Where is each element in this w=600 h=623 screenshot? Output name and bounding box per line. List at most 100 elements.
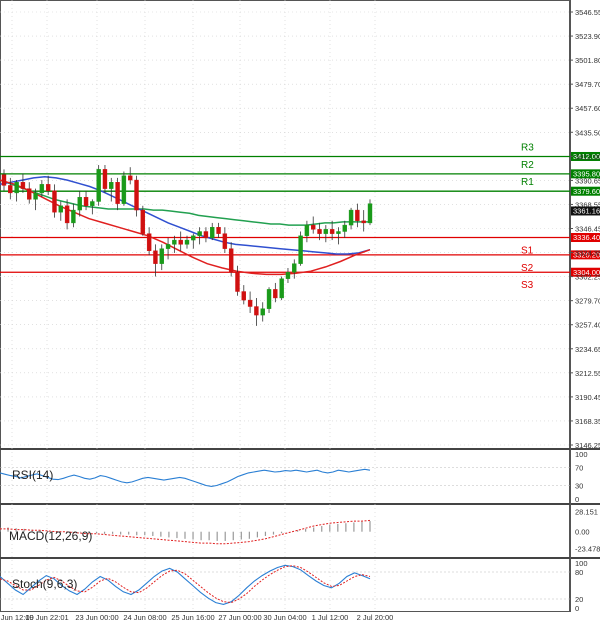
candle-down — [83, 197, 89, 206]
candle-down — [153, 250, 158, 264]
price-tick-label: 3346.45 — [575, 225, 600, 234]
price-tick-label: 3457.60 — [575, 104, 600, 113]
stoch-tick-label: 80 — [575, 568, 583, 577]
candle-up — [298, 235, 303, 264]
price-tick-label: 3523.90 — [575, 32, 600, 41]
candle-up — [165, 244, 171, 249]
candle-up — [71, 209, 76, 224]
candle-up — [367, 203, 373, 224]
candle-up — [342, 224, 347, 232]
candle-up — [348, 209, 354, 226]
candle-up — [121, 175, 127, 204]
time-tick-label: 30 Jun 04:00 — [263, 613, 306, 622]
price-tick-label: 3190.45 — [575, 393, 600, 402]
price-tick-label: 3390.65 — [575, 176, 600, 185]
rsi-label: RSI(14) — [12, 468, 53, 482]
candle-down — [27, 188, 32, 200]
candle-down — [317, 229, 322, 234]
candle-up — [191, 235, 196, 241]
candle-down — [241, 291, 246, 301]
candle-up — [159, 248, 164, 264]
candle-up — [14, 182, 19, 194]
candle-down — [216, 227, 221, 234]
candle-down — [115, 182, 120, 204]
candle-down — [273, 289, 278, 299]
candle-up — [260, 308, 265, 316]
stoch-tick-label: 0 — [575, 604, 579, 613]
candle-down — [102, 169, 108, 189]
candle-up — [266, 289, 272, 309]
current-price-label: 3361.16 — [573, 207, 600, 216]
candle-up — [210, 227, 215, 239]
panel-separator — [0, 503, 600, 505]
candle-down — [134, 179, 139, 211]
candle-down — [140, 209, 146, 234]
price-tick-label: 3546.55 — [575, 8, 600, 17]
rsi-line — [0, 468, 371, 487]
candle-down — [20, 182, 26, 189]
candle-up — [323, 229, 329, 234]
candle-up — [184, 239, 190, 245]
candle-down — [311, 224, 316, 230]
macd-label: MACD(12,26,9) — [9, 529, 92, 543]
candle-down — [355, 209, 360, 221]
time-tick-label: 1 Jul 12:00 — [312, 613, 349, 622]
time-tick-label: 23 Jun 00:00 — [75, 613, 118, 622]
candle-down — [8, 185, 13, 194]
stoch-label: Stoch(9,6,3) — [12, 577, 77, 591]
candle-down — [146, 233, 152, 251]
candle-up — [109, 182, 114, 189]
candle-down — [222, 233, 228, 249]
macd-tick-label: 0.00 — [575, 528, 590, 537]
candle-down — [247, 299, 253, 307]
price-tick-label: 3479.70 — [575, 80, 600, 89]
candle-down — [52, 190, 57, 213]
candle-up — [96, 169, 101, 202]
level-name-r1: R1 — [521, 177, 534, 188]
time-tick-label: 19 Jun 22:01 — [25, 613, 68, 622]
panel-separator — [0, 448, 600, 450]
candle-up — [292, 263, 297, 273]
price-tick-label: 3412.00 — [575, 152, 600, 161]
time-tick-label: 2 Jul 20:00 — [357, 613, 394, 622]
time-tick-label: 24 Jun 08:00 — [123, 613, 166, 622]
chart-canvas: R33412.00R23395.80R13379.60S13336.40S233… — [0, 0, 600, 622]
candle-up — [304, 224, 310, 236]
candle-up — [77, 197, 82, 211]
candle-down — [45, 184, 51, 191]
candle-up — [279, 278, 284, 299]
candle-down — [64, 205, 70, 224]
candle-down — [203, 231, 209, 239]
candle-up — [172, 239, 177, 245]
macd-tick-label: -23.478 — [575, 544, 600, 553]
panel-separator — [0, 557, 600, 559]
price-tick-label: 3257.40 — [575, 321, 600, 330]
candle-down — [228, 248, 234, 273]
candle-down — [1, 174, 7, 186]
level-name-s3: S3 — [521, 280, 534, 291]
candle-up — [58, 205, 63, 213]
candle-down — [235, 272, 240, 292]
price-tick-label: 3501.80 — [575, 56, 600, 65]
candle-down — [178, 239, 183, 245]
level-price-label: 3379.60 — [573, 187, 600, 196]
macd-tick-label: 28.151 — [575, 508, 598, 517]
candle-up — [90, 201, 95, 206]
candle-up — [285, 272, 291, 279]
candle-up — [336, 231, 341, 234]
level-name-r3: R3 — [521, 142, 534, 153]
price-tick-label: 3279.70 — [575, 297, 600, 306]
rsi-tick-label: 30 — [575, 482, 583, 491]
rsi-tick-label: 70 — [575, 464, 583, 473]
rsi-tick-label: 100 — [575, 450, 588, 459]
price-tick-label: 3324.35 — [575, 249, 600, 258]
price-tick-label: 3234.65 — [575, 345, 600, 354]
price-tick-label: 3168.35 — [575, 417, 600, 426]
candle-down — [361, 220, 366, 224]
level-price-label: 3336.40 — [573, 233, 600, 242]
candle-up — [39, 184, 45, 194]
candle-down — [128, 175, 133, 181]
stoch-tick-label: 20 — [575, 595, 583, 604]
candle-down — [329, 229, 335, 234]
candle-up — [197, 231, 202, 236]
